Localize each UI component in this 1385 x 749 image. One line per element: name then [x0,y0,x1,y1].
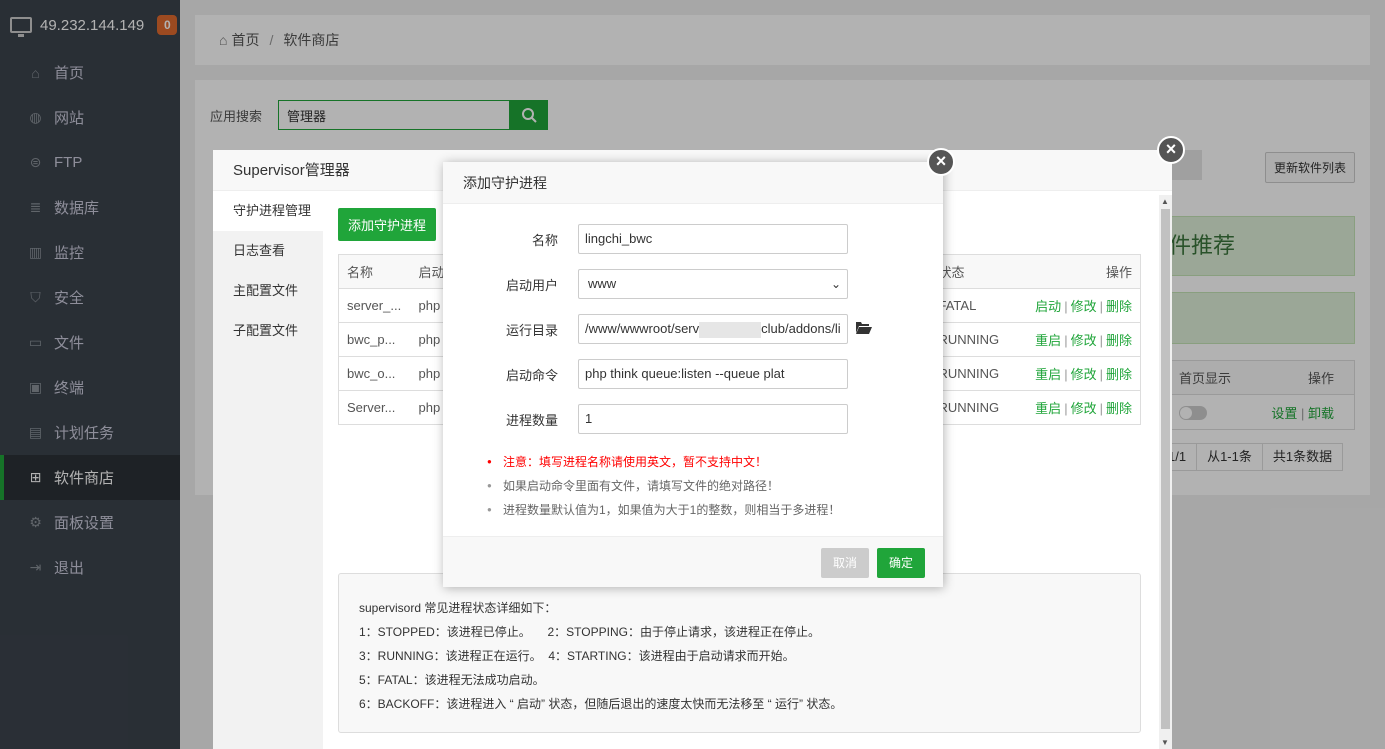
status-notes: supervisord 常见进程状态详细如下： 1：STOPPED：该进程已停止… [338,573,1141,733]
folder-open-icon[interactable] [856,321,872,337]
note-line: 3：RUNNING：该进程正在运行。 4：STARTING：该进程由于启动请求而… [359,649,795,663]
count-label: 进程数量 [505,412,558,428]
tip-item: 如果启动命令里面有文件，请填写文件的绝对路径！ [487,474,840,498]
delete-link[interactable]: 删除 [1106,367,1132,382]
dialog-title: 添加守护进程 [443,162,943,204]
scroll-down-icon[interactable]: ▼ [1161,738,1169,747]
note-line: 6：BACKOFF：该进程进入 “ 启动” 状态，但随后退出的速度太快而无法移至… [359,697,843,711]
process-count-field[interactable]: 1 [578,404,848,434]
restart-link[interactable]: 重启 [1035,401,1061,416]
edit-link[interactable]: 修改 [1071,401,1097,416]
tab-main-config[interactable]: 主配置文件 [213,271,323,311]
redacted-block [699,321,762,338]
tab-process-manage[interactable]: 守护进程管理 [213,191,323,231]
user-select[interactable]: www ⌄ [578,269,848,299]
add-daemon-dialog: 添加守护进程 × 名称 lingchi_bwc 启动用户 www ⌄ 运行目录 … [443,148,955,587]
tab-log-view[interactable]: 日志查看 [213,231,323,271]
scrollbar-thumb[interactable] [1161,209,1170,729]
tab-sub-config[interactable]: 子配置文件 [213,311,323,351]
note-line: 5：FATAL：该进程无法成功启动。 [359,673,545,687]
cmd-row: 启动命令 php think queue:listen --queue plat [443,359,943,389]
edit-link[interactable]: 修改 [1071,299,1097,314]
process-actions: 重启 | 修改 | 删除 [1015,356,1141,391]
user-select-value: www [588,276,617,291]
name-row: 名称 lingchi_bwc [443,224,943,254]
process-name: bwc_o... [338,356,411,391]
tip-item: 进程数量默认值为1，如果值为大于1的整数，则相当于多进程！ [487,498,840,522]
process-status: RUNNING [930,322,1016,357]
process-status: RUNNING [930,356,1016,391]
count-row: 进程数量 1 [443,404,943,434]
column-header-status: 状态 [930,254,1016,289]
process-name: Server... [338,390,411,425]
dir-row: 运行目录 /www/wwwroot/serv club/addons/li [443,314,943,344]
tip-warning: 注意：填写进程名称请使用英文，暂不支持中文！ [487,450,840,474]
user-row: 启动用户 www ⌄ [443,269,943,299]
start-link[interactable]: 启动 [1035,299,1061,314]
add-daemon-button[interactable]: 添加守护进程 [338,208,437,241]
name-field[interactable]: lingchi_bwc [578,224,848,254]
supervisor-tabs: 守护进程管理 日志查看 主配置文件 子配置文件 [213,191,323,749]
scrollbar[interactable]: ▲ ▼ [1159,195,1172,749]
process-actions: 重启 | 修改 | 删除 [1015,390,1141,425]
dir-value-end: club/addons/li [761,321,841,336]
dialog-footer: 取消 确定 [443,536,943,587]
process-name: server_... [338,288,411,323]
process-status: FATAL [930,288,1016,323]
command-field[interactable]: php think queue:listen --queue plat [578,359,848,389]
process-actions: 启动 | 修改 | 删除 [1015,288,1141,323]
process-status: RUNNING [930,390,1016,425]
tips-list: 注意：填写进程名称请使用英文，暂不支持中文！ 如果启动命令里面有文件，请填写文件… [487,450,840,522]
note-line: 1：STOPPED：该进程已停止。 2：STOPPING：由于停止请求，该进程正… [359,625,820,639]
restart-link[interactable]: 重启 [1035,333,1061,348]
scroll-up-icon[interactable]: ▲ [1161,197,1169,206]
cancel-button[interactable]: 取消 [821,548,869,578]
process-name: bwc_p... [338,322,411,357]
dir-label: 运行目录 [505,322,558,338]
supervisor-close-button[interactable]: × [1157,136,1185,164]
note-line: supervisord 常见进程状态详细如下： [359,601,557,615]
dir-value-start: /www/wwwroot/serv [585,321,700,336]
process-actions: 重启 | 修改 | 删除 [1015,322,1141,357]
confirm-button[interactable]: 确定 [877,548,925,578]
column-header-actions: 操作 [1015,254,1141,289]
dir-field[interactable]: /www/wwwroot/serv club/addons/li [578,314,848,344]
edit-link[interactable]: 修改 [1071,367,1097,382]
chevron-down-icon: ⌄ [830,277,841,291]
restart-link[interactable]: 重启 [1035,367,1061,382]
user-label: 启动用户 [505,277,558,293]
delete-link[interactable]: 删除 [1106,299,1132,314]
delete-link[interactable]: 删除 [1106,333,1132,348]
cmd-label: 启动命令 [505,367,558,383]
edit-link[interactable]: 修改 [1071,333,1097,348]
column-header-name: 名称 [338,254,411,289]
name-label: 名称 [531,232,558,248]
dialog-close-button[interactable]: × [927,148,955,176]
delete-link[interactable]: 删除 [1106,401,1132,416]
